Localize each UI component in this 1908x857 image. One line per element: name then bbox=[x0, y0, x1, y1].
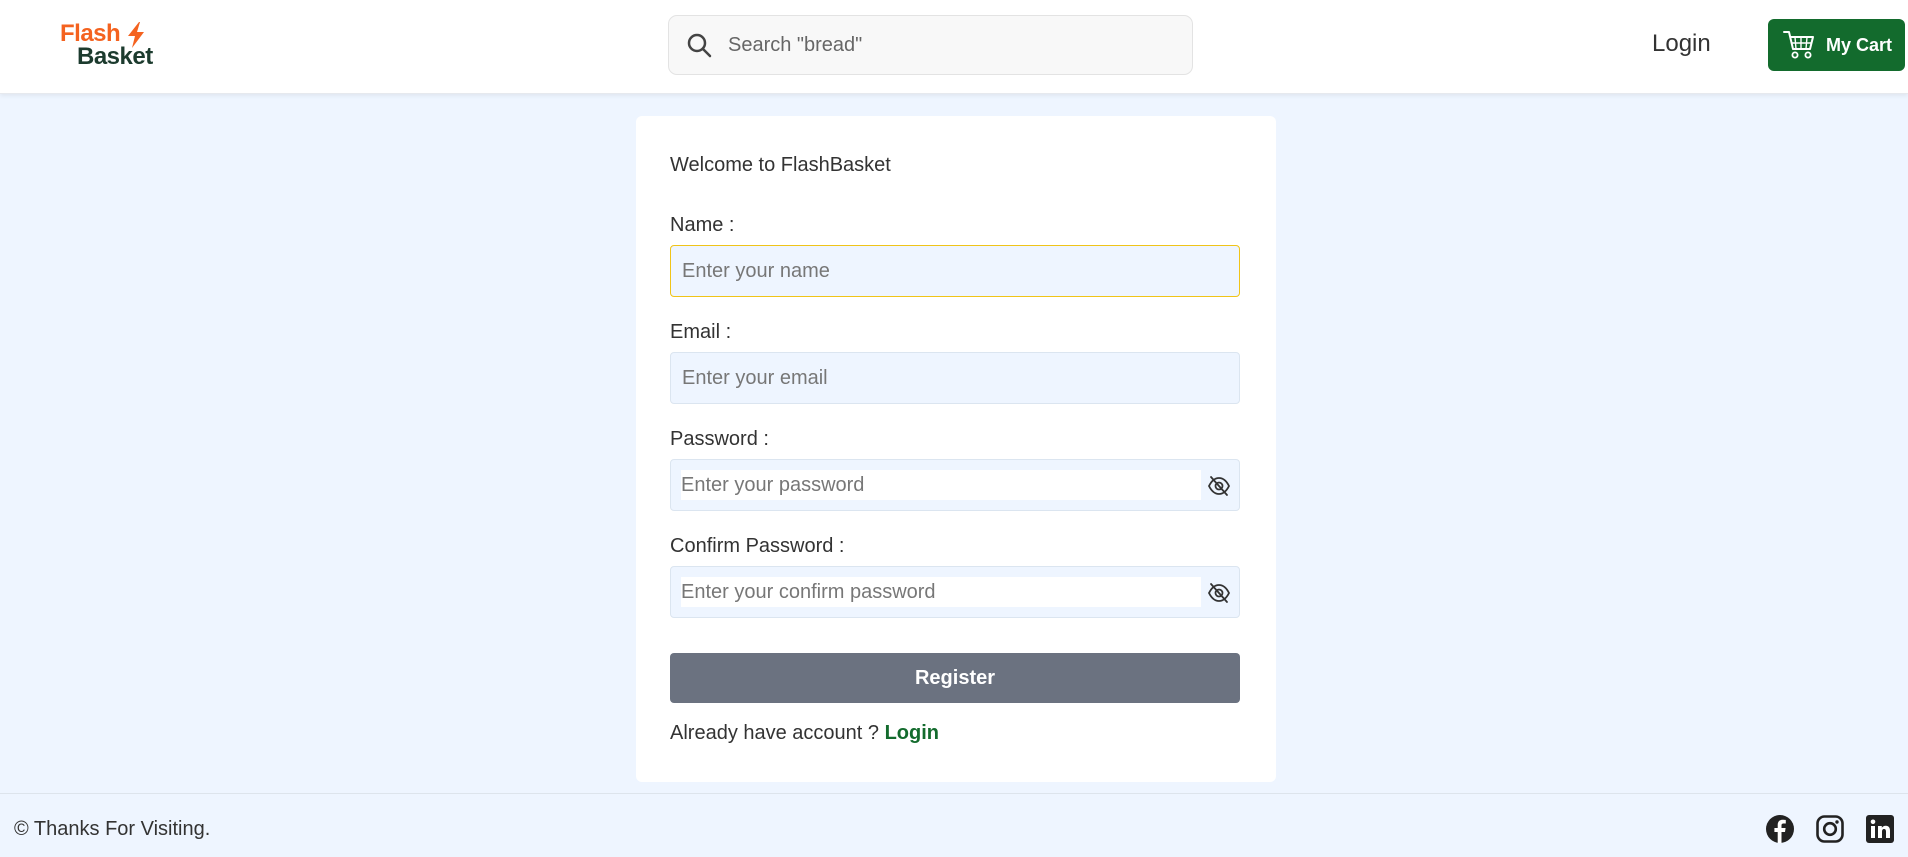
my-cart-label: My Cart bbox=[1826, 34, 1893, 55]
header: Flash Basket Login My Cart bbox=[0, 0, 1908, 94]
login-prompt: Already have account ? Login bbox=[670, 722, 939, 745]
register-button[interactable]: Register bbox=[670, 653, 1240, 703]
shopping-cart-icon bbox=[1783, 31, 1814, 59]
logo-text-basket: Basket bbox=[77, 43, 153, 70]
name-field[interactable] bbox=[670, 245, 1240, 297]
email-field[interactable] bbox=[670, 352, 1240, 404]
copyright-text: © Thanks For Visiting. bbox=[14, 818, 211, 840]
password-field[interactable] bbox=[681, 470, 1201, 500]
eye-slash-icon[interactable] bbox=[1207, 475, 1231, 497]
password-label: Password : bbox=[670, 428, 769, 450]
instagram-icon[interactable] bbox=[1815, 814, 1845, 844]
confirm-password-field-wrapper bbox=[670, 566, 1240, 618]
search-icon bbox=[687, 33, 712, 58]
linkedin-icon[interactable] bbox=[1865, 814, 1895, 844]
search-bar[interactable] bbox=[668, 15, 1193, 75]
confirm-password-field[interactable] bbox=[681, 577, 1201, 607]
my-cart-button[interactable]: My Cart bbox=[1768, 19, 1905, 71]
have-account-text: Already have account ? bbox=[670, 722, 880, 744]
eye-slash-icon[interactable] bbox=[1207, 582, 1231, 604]
login-link[interactable]: Login bbox=[885, 722, 939, 744]
confirm-password-label: Confirm Password : bbox=[670, 535, 845, 557]
welcome-heading: Welcome to FlashBasket bbox=[670, 154, 891, 176]
search-input[interactable] bbox=[728, 33, 1168, 57]
facebook-icon[interactable] bbox=[1765, 814, 1795, 844]
logo[interactable]: Flash Basket bbox=[60, 22, 170, 72]
password-field-wrapper bbox=[670, 459, 1240, 511]
footer: © Thanks For Visiting. bbox=[0, 793, 1908, 857]
email-label: Email : bbox=[670, 321, 732, 343]
name-label: Name : bbox=[670, 214, 735, 236]
header-login-link[interactable]: Login bbox=[1652, 30, 1711, 58]
register-card: Welcome to FlashBasket Name : Email : Pa… bbox=[636, 116, 1276, 782]
